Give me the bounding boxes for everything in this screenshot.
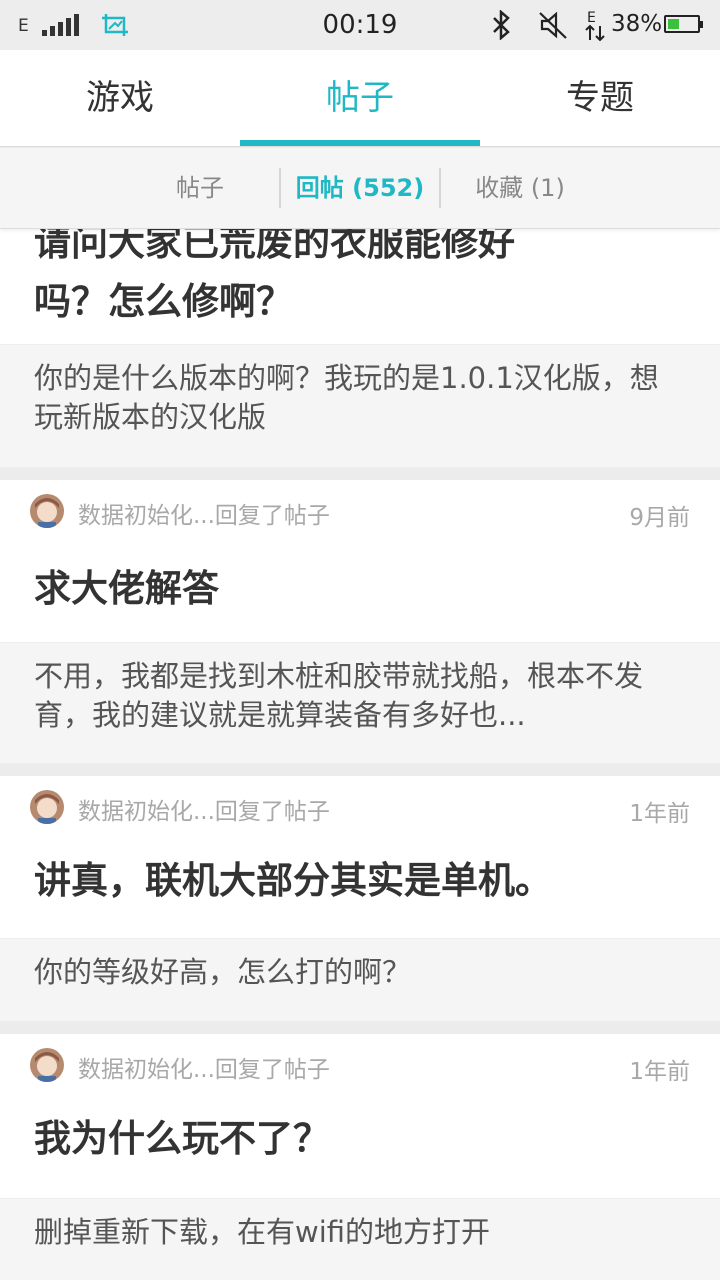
post-meta: 数据初始化...回复了帖子 1年前 — [30, 790, 690, 827]
list-item[interactable]: 数据初始化...回复了帖子 1年前 讲真，联机大部分其实是单机。 你的等级好高，… — [0, 776, 720, 1021]
tab-posts[interactable]: 帖子 — [240, 50, 480, 146]
post-meta: 数据初始化...回复了帖子 9月前 — [30, 494, 690, 531]
avatar[interactable] — [30, 790, 64, 824]
reply-author[interactable]: 数据初始化...回复了帖子 — [78, 792, 330, 826]
post-title: 我为什么玩不了？ — [34, 1117, 330, 1160]
reply-preview[interactable]: 你的是什么版本的啊？我玩的是1.0.1汉化版，想玩新版本的汉化版 — [0, 344, 720, 467]
subtab-posts-label: 帖子 — [176, 174, 224, 202]
reply-time: 1年前 — [629, 801, 690, 827]
mute-icon — [538, 10, 568, 44]
reply-preview[interactable]: 删掉重新下载，在有wifi的地方打开 — [0, 1198, 720, 1280]
reply-author[interactable]: 数据初始化...回复了帖子 — [78, 1050, 330, 1084]
reply-text: 删掉重新下载，在有wifi的地方打开 — [34, 1215, 491, 1249]
top-tab-bar: 游戏 帖子 专题 — [0, 50, 720, 147]
reply-author[interactable]: 数据初始化...回复了帖子 — [78, 496, 330, 530]
active-tab-indicator — [240, 140, 480, 146]
battery-icon — [664, 15, 703, 33]
subtab-divider — [279, 168, 281, 208]
reply-feed[interactable]: 请问大家已荒废的衣服能修好 吗？怎么修啊？ 你的是什么版本的啊？我玩的是1.0.… — [0, 148, 720, 1280]
reply-text: 不用，我都是找到木桩和胶带就找船，根本不发育，我的建议就是就算装备有多好也... — [34, 659, 644, 732]
battery-percentage: 38% — [611, 11, 663, 37]
post-title: 求大佬解答 — [34, 567, 219, 610]
sub-tab-bar: 帖子 回帖 (552) 收藏 (1) — [0, 148, 720, 229]
tab-posts-label: 帖子 — [326, 78, 394, 118]
status-bar: E 00:19 E 38% — [0, 0, 720, 50]
subtab-divider — [439, 168, 441, 208]
svg-text:E: E — [587, 10, 596, 26]
tab-topics[interactable]: 专题 — [480, 50, 720, 146]
reply-text: 你的是什么版本的啊？我玩的是1.0.1汉化版，想玩新版本的汉化版 — [34, 361, 659, 434]
reply-preview[interactable]: 不用，我都是找到木桩和胶带就找船，根本不发育，我的建议就是就算装备有多好也... — [0, 642, 720, 763]
reply-time: 1年前 — [629, 1059, 690, 1085]
tab-games-label: 游戏 — [86, 78, 154, 118]
battery-fill — [668, 19, 679, 29]
subtab-replies[interactable]: 回帖 (552) — [282, 148, 438, 228]
list-item[interactable]: 数据初始化...回复了帖子 1年前 我为什么玩不了？ 删掉重新下载，在有wifi… — [0, 1034, 720, 1280]
data-arrows-icon: E — [584, 8, 606, 46]
reply-time: 9月前 — [629, 505, 690, 531]
tab-topics-label: 专题 — [566, 78, 634, 118]
reply-text: 你的等级好高，怎么打的啊？ — [34, 955, 412, 989]
screen: E 00:19 E 38% 游戏 帖子 专题 请问大家已荒废的衣服能修好 吗？怎… — [0, 0, 720, 1280]
post-title: 讲真，联机大部分其实是单机。 — [34, 859, 552, 902]
post-title-continued: 吗？怎么修啊？ — [34, 280, 293, 323]
avatar[interactable] — [30, 494, 64, 528]
avatar[interactable] — [30, 1048, 64, 1082]
post-meta: 数据初始化...回复了帖子 1年前 — [30, 1048, 690, 1085]
subtab-posts[interactable]: 帖子 — [140, 148, 260, 228]
tab-games[interactable]: 游戏 — [0, 50, 240, 146]
subtab-replies-label: 回帖 (552) — [295, 174, 425, 202]
list-item[interactable]: 数据初始化...回复了帖子 9月前 求大佬解答 不用，我都是找到木桩和胶带就找船… — [0, 480, 720, 763]
reply-preview[interactable]: 你的等级好高，怎么打的啊？ — [0, 938, 720, 1021]
bluetooth-icon — [490, 9, 514, 44]
subtab-favorites-label: 收藏 (1) — [475, 174, 565, 202]
subtab-favorites[interactable]: 收藏 (1) — [460, 148, 580, 228]
